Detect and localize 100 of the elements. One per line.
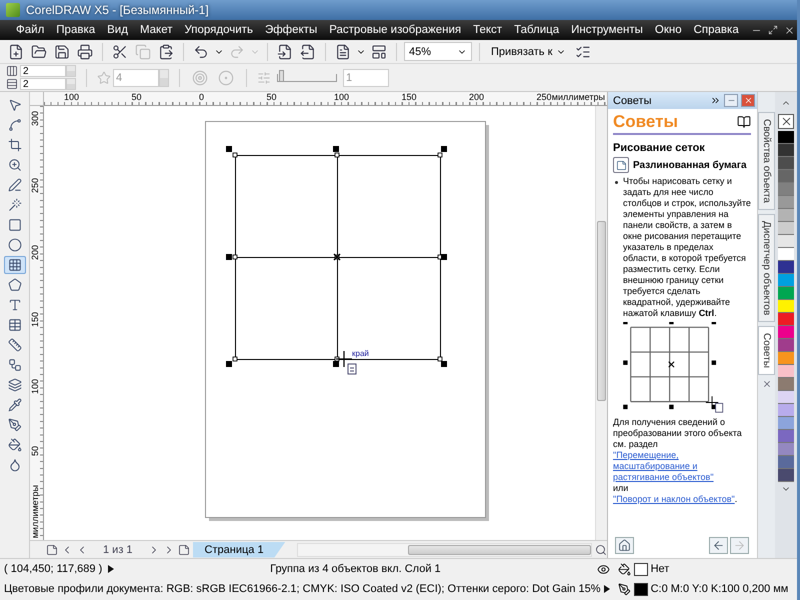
slider-icon — [257, 70, 271, 84]
ruler-label: 50 — [266, 92, 277, 102]
zoom-level-dropdown[interactable]: 45% — [404, 42, 472, 61]
color-swatch[interactable] — [778, 170, 794, 183]
collapse-icon[interactable] — [710, 95, 721, 106]
color-profiles: Цветовые профили документа: RGB: sRGB IEC61966-2.1; CMYK: ISO Coated v2 (ECI); Оттенки серого: Dot Gain 15% — [4, 583, 601, 595]
close-icon[interactable] — [784, 24, 795, 36]
menu-item[interactable]: Окно — [654, 24, 682, 36]
table-icon — [8, 318, 22, 332]
add-page-icon[interactable] — [46, 544, 58, 556]
crosshair-cursor-icon — [335, 350, 353, 368]
color-swatch[interactable] — [778, 261, 794, 274]
color-swatch[interactable] — [778, 443, 794, 456]
color-swatch[interactable] — [778, 404, 794, 417]
docker-title: Советы — [613, 112, 678, 132]
save-icon — [54, 44, 70, 60]
outline-width: 0,200 мм — [742, 583, 788, 595]
docker-header-title: Советы — [613, 94, 652, 106]
grid-icon — [8, 258, 22, 272]
docker-tab[interactable]: Советы — [758, 326, 775, 376]
outline-color-swatch[interactable] — [634, 582, 648, 596]
color-swatch[interactable] — [778, 183, 794, 196]
layout-icon — [371, 44, 387, 60]
text-icon — [8, 298, 22, 312]
no-fill-swatch[interactable] — [634, 562, 648, 576]
file-import-icon — [277, 44, 293, 60]
pencil-icon — [8, 178, 22, 192]
ruler-label: 150 — [402, 92, 417, 102]
triangle-arrow-icon[interactable] — [108, 565, 114, 573]
color-swatch[interactable] — [778, 339, 794, 352]
pentagon-icon — [8, 278, 22, 292]
help-link[interactable]: "Перемещение, масштабирование и растягивание объектов" — [613, 450, 751, 483]
help-link[interactable]: "Поворот и наклон объектов" — [613, 494, 735, 504]
rows-field[interactable]: 2 — [20, 78, 66, 90]
menu-item[interactable]: Текст — [473, 24, 502, 36]
color-swatch[interactable] — [778, 391, 794, 404]
menu-item[interactable]: Инструменты — [571, 24, 643, 36]
redo-icon — [229, 44, 245, 60]
menu-item[interactable]: Вид — [107, 24, 128, 36]
wand-icon — [8, 198, 22, 212]
document-icon — [335, 44, 351, 60]
no-color-swatch[interactable] — [778, 114, 794, 129]
drawing-canvas[interactable]: край — [44, 106, 595, 540]
color-swatch[interactable] — [778, 352, 794, 365]
menu-item[interactable]: Файл — [16, 24, 44, 36]
color-swatch[interactable] — [778, 222, 794, 235]
tool-button[interactable] — [4, 256, 26, 274]
snap-to-dropdown[interactable]: Привязать к — [487, 42, 570, 61]
home-button[interactable] — [615, 537, 634, 554]
page-tab[interactable]: Страница 1 — [192, 542, 286, 558]
zoom-icon[interactable] — [595, 544, 607, 556]
menu-item[interactable]: Макет — [140, 24, 172, 36]
color-swatch[interactable] — [778, 248, 794, 261]
color-swatch[interactable] — [778, 235, 794, 248]
horizontal-scrollbar[interactable] — [296, 542, 592, 556]
columns-field[interactable]: 2 — [20, 65, 66, 77]
menu-item[interactable]: Правка — [56, 24, 96, 36]
color-swatch[interactable] — [778, 378, 794, 391]
color-swatch[interactable] — [778, 131, 794, 144]
color-swatch[interactable] — [778, 469, 794, 482]
color-swatch[interactable] — [778, 417, 794, 430]
cursor-label: край — [352, 349, 369, 358]
docker-tab[interactable]: Свойства объекта — [758, 112, 775, 210]
back-button[interactable] — [709, 537, 728, 554]
color-swatch[interactable] — [778, 313, 794, 326]
ruler-label: 200 — [30, 245, 40, 260]
page-counter: 1 из 1 — [102, 544, 134, 556]
color-swatch[interactable] — [778, 274, 794, 287]
add-page-icon[interactable] — [178, 544, 190, 556]
color-swatch[interactable] — [778, 287, 794, 300]
color-swatch[interactable] — [778, 365, 794, 378]
droplet-icon — [8, 458, 22, 472]
hint-paragraph: Для получения сведений о преобразовании этого объекта см. раздел "Перемещение, масштабирование и растягивание объектов" или "Поворот и наклон объектов". — [613, 417, 751, 505]
triangle-arrow-icon[interactable] — [604, 585, 610, 593]
restore-icon[interactable] — [768, 24, 778, 34]
color-swatch[interactable] — [778, 209, 794, 222]
pen-nib-icon — [8, 418, 22, 432]
color-swatch[interactable] — [778, 144, 794, 157]
close-button[interactable] — [741, 94, 755, 107]
ruler-label: 100 — [30, 379, 40, 394]
docker-tab[interactable]: Диспетчер объектов — [758, 214, 775, 322]
menu-item[interactable]: Справка — [694, 24, 739, 36]
close-icon — [744, 96, 752, 105]
selected-grid-drawing[interactable] — [226, 146, 447, 367]
selection-info: Группа из 4 объектов вкл. Слой 1 — [270, 563, 441, 575]
menu-item[interactable]: Растровые изображения — [329, 24, 462, 36]
slider-thumb[interactable] — [278, 70, 284, 82]
vertical-scrollbar[interactable] — [595, 106, 607, 540]
paint-bucket-icon — [8, 438, 22, 452]
color-swatch[interactable] — [778, 157, 794, 170]
color-swatch[interactable] — [778, 430, 794, 443]
hint-paragraph: Чтобы нарисовать сетку и задать для нее число столбцов и строк, используйте элементы управления на панели свойств, а затем в окне рисования перетащите указатель в пределах области, в которой требуется разместить сетку. Если внешнюю границу сетки требуется сделать квадратной, удерживайте нажатой клавишу Ctrl. — [613, 176, 751, 319]
book-icon — [737, 115, 751, 129]
color-swatch[interactable] — [778, 326, 794, 339]
menu-item[interactable]: Упорядочить — [184, 24, 253, 36]
menu-item[interactable]: Таблица — [514, 24, 560, 36]
color-swatch[interactable] — [778, 300, 794, 313]
menu-item[interactable]: Эффекты — [264, 24, 318, 36]
color-swatch[interactable] — [778, 456, 794, 469]
color-swatch[interactable] — [778, 196, 794, 209]
